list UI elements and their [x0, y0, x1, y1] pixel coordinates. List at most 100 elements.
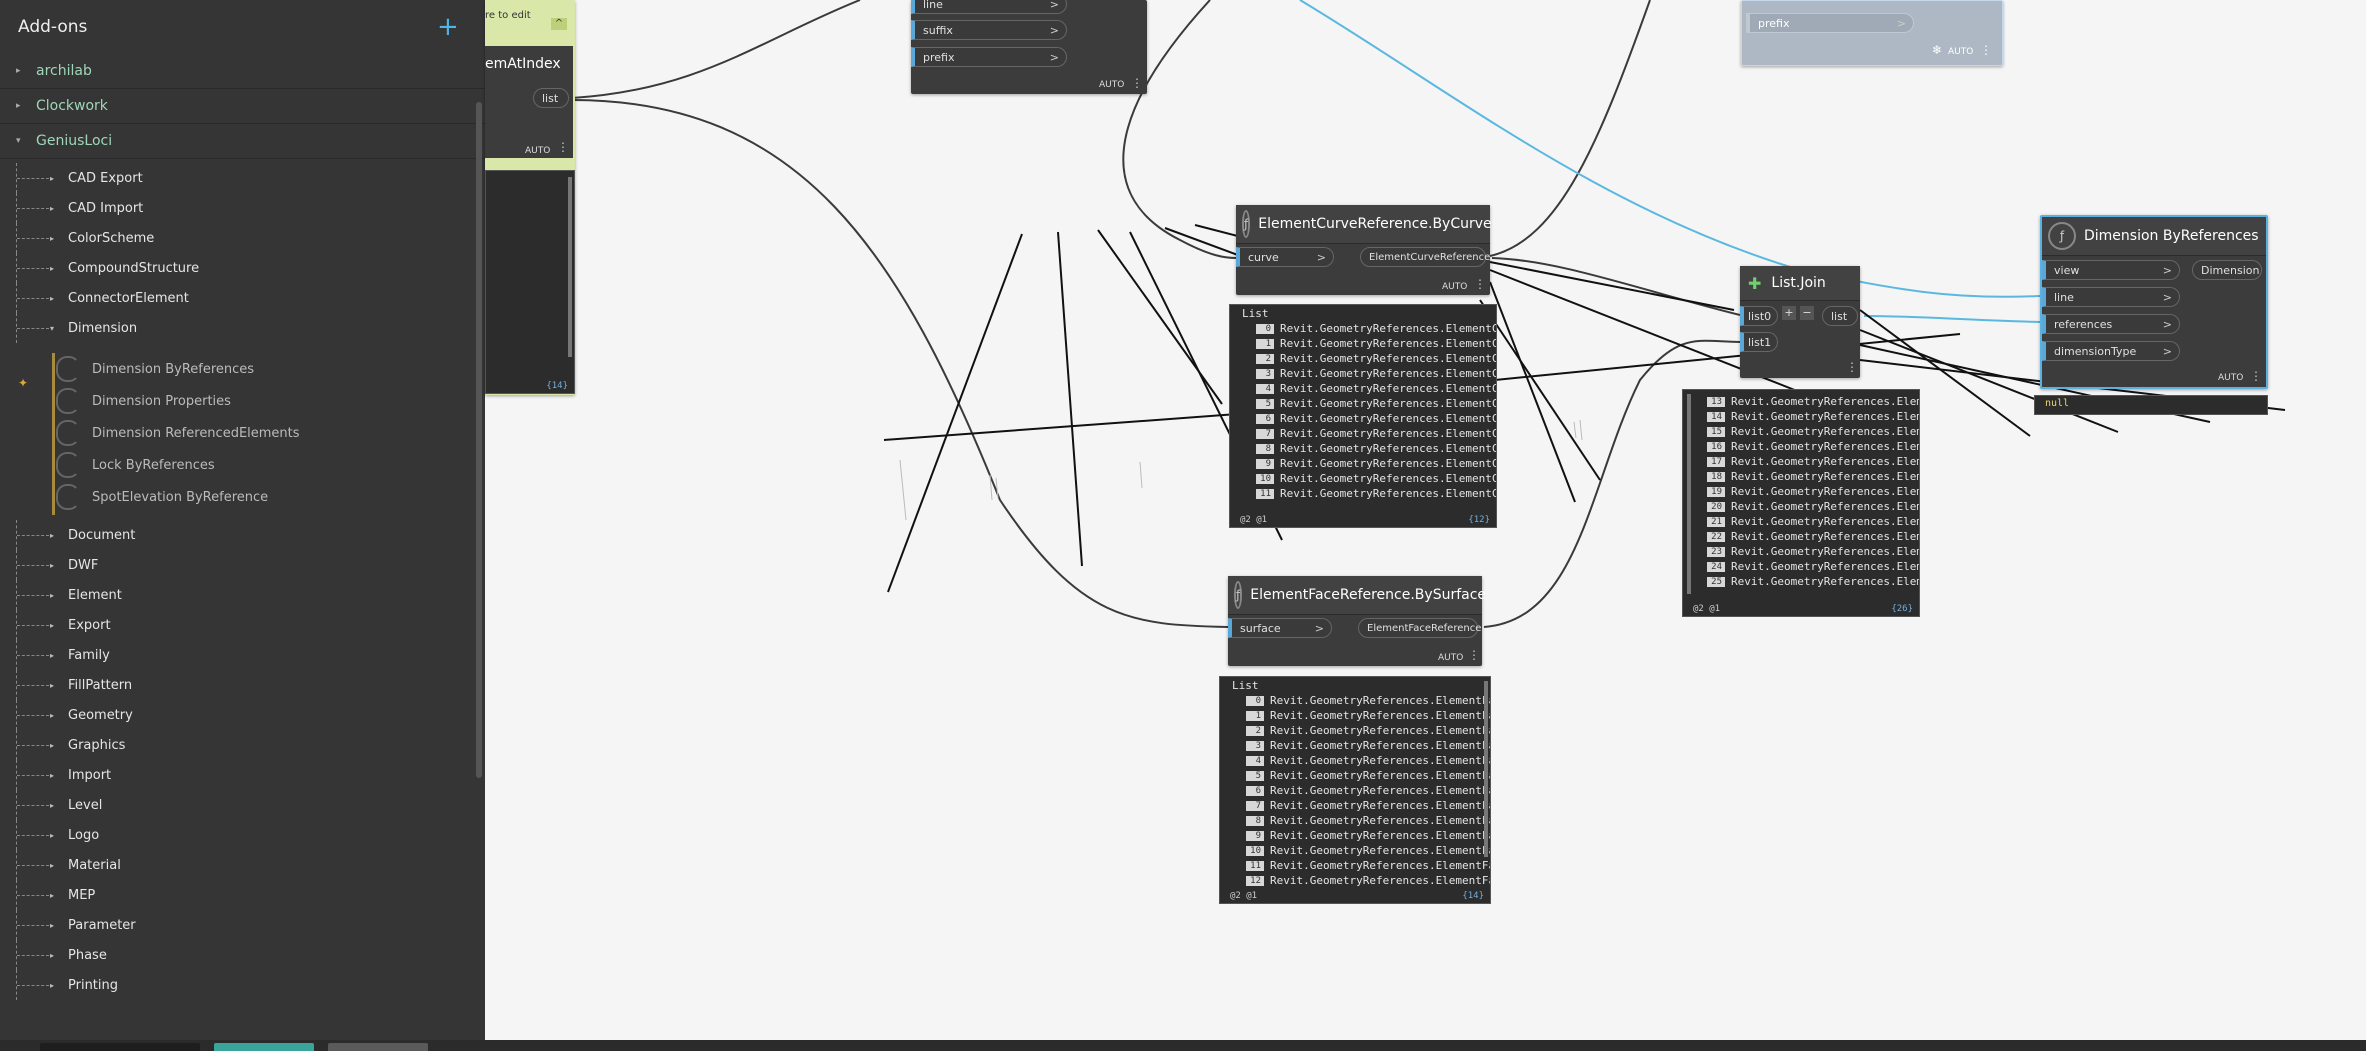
preview-row: 14 Revit.GeometryReferences.Eleme	[1683, 409, 1919, 424]
category-element[interactable]: ▸ Element	[0, 580, 470, 610]
chevron-right-icon: >	[1896, 16, 1906, 30]
list-join-preview: 13 Revit.GeometryReferences.Eleme 14 Revit.…	[1682, 389, 1920, 617]
library-scrollbar[interactable]	[476, 102, 482, 778]
input-port-dimension-type[interactable]: dimensionType >	[2042, 341, 2180, 361]
category-label: Logo	[68, 827, 100, 843]
package-archilab[interactable]: ▸ archilab	[0, 54, 485, 89]
list-index: 10	[1246, 845, 1264, 856]
category-colorscheme[interactable]: ▸ ColorScheme	[0, 223, 470, 253]
output-port-dimension[interactable]: Dimension	[2192, 260, 2262, 280]
category-logo[interactable]: ▸ Logo	[0, 820, 470, 850]
input-port-suffix[interactable]: suffix >	[911, 20, 1067, 40]
category-connectorelement[interactable]: ▸ ConnectorElement	[0, 283, 470, 313]
node-element-face-reference[interactable]: ƒ ElementFaceReference.BySurface surface >…	[1228, 576, 1486, 666]
package-clockwork[interactable]: ▸ Clockwork	[0, 89, 485, 124]
preview-row: 21 Revit.GeometryReferences.Eleme	[1683, 514, 1919, 529]
chevron-right-icon: ▸	[50, 950, 55, 960]
input-port-line[interactable]: line >	[911, 0, 1067, 14]
output-port-element-curve-reference[interactable]: ElementCurveReference	[1360, 247, 1490, 267]
output-port-element-face-reference[interactable]: ElementFaceReference	[1358, 618, 1481, 638]
category-mep[interactable]: ▸ MEP	[0, 880, 470, 910]
input-port-prefix[interactable]: prefix >	[911, 47, 1067, 67]
add-input-button[interactable]: +	[1782, 306, 1796, 320]
member-dimension-properties[interactable]: Dimension Properties	[56, 385, 231, 417]
list-index: 6	[1256, 413, 1274, 424]
tree-line	[16, 700, 53, 730]
node-menu-icon[interactable]: ⋮	[1474, 277, 1486, 291]
category-family[interactable]: ▸ Family	[0, 640, 470, 670]
output-port-list[interactable]: list	[1822, 306, 1858, 326]
node-string-inputs[interactable]: line > suffix > prefix > AUTO ⋮	[911, 0, 1147, 94]
category-export[interactable]: ▸ Export	[0, 610, 470, 640]
member-dimension-byreferences[interactable]: Dimension ByReferences	[56, 353, 254, 385]
input-port-curve[interactable]: curve >	[1236, 247, 1334, 267]
category-label: Family	[68, 647, 110, 663]
category-parameter[interactable]: ▸ Parameter	[0, 910, 470, 940]
node-dimension-by-references[interactable]: ƒ Dimension ByReferences view > line > refe…	[2040, 215, 2268, 389]
member-lock-byreferences[interactable]: Lock ByReferences	[56, 449, 215, 481]
package-geniusloci[interactable]: ▾ GeniusLoci	[0, 124, 485, 159]
preview-scrollbar[interactable]	[568, 177, 572, 357]
preview-scrollbar[interactable]	[1484, 681, 1488, 857]
lacing-label: AUTO	[1948, 47, 1974, 57]
list-index: 11	[1246, 860, 1264, 871]
remove-input-button[interactable]: −	[1800, 306, 1814, 320]
input-port-list1[interactable]: list1	[1740, 332, 1778, 352]
category-geometry[interactable]: ▸ Geometry	[0, 700, 470, 730]
tree-line	[16, 730, 53, 760]
item-count: {14}	[1462, 891, 1484, 901]
category-material[interactable]: ▸ Material	[0, 850, 470, 880]
input-port-references[interactable]: references >	[2042, 314, 2180, 334]
list-value: Revit.GeometryReferences.Eleme	[1731, 500, 1920, 513]
preview-scrollbar[interactable]	[1687, 394, 1691, 594]
list-index: 7	[1246, 800, 1264, 811]
preview-row: 23 Revit.GeometryReferences.Eleme	[1683, 544, 1919, 559]
node-menu-icon[interactable]: ⋮	[1468, 648, 1480, 662]
list-value: Revit.GeometryReferences.ElementFaceRe	[1270, 784, 1490, 797]
member-label: Dimension Properties	[92, 393, 231, 409]
node-list-join[interactable]: ✚ List.Join list0 + − list1 list ⋮	[1740, 266, 1860, 378]
category-label: Level	[68, 797, 103, 813]
category-dwf[interactable]: ▸ DWF	[0, 550, 470, 580]
category-dimension[interactable]: ▾ Dimension	[0, 313, 470, 343]
preview-row: 12 Revit.GeometryReferences.ElementFaceRe	[1220, 873, 1490, 888]
category-cad-import[interactable]: ▸ CAD Import	[0, 193, 470, 223]
category-printing[interactable]: ▸ Printing	[0, 970, 470, 1000]
category-label: Document	[68, 527, 136, 543]
input-port-view[interactable]: view >	[2042, 260, 2180, 280]
node-menu-icon[interactable]: ⋮	[1980, 43, 1992, 57]
list-value: Revit.GeometryReferences.ElementCurve	[1280, 322, 1496, 335]
node-menu-icon[interactable]: ⋮	[1131, 76, 1143, 90]
node-menu-icon[interactable]: ⋮	[557, 140, 569, 154]
member-label: Dimension ReferencedElements	[92, 425, 300, 441]
input-port-line[interactable]: line >	[2042, 287, 2180, 307]
category-document[interactable]: ▸ Document	[0, 520, 470, 550]
node-frozen[interactable]: prefix > ❄ AUTO ⋮	[1741, 0, 2003, 66]
node-menu-icon[interactable]: ⋮	[1846, 360, 1858, 374]
bottom-tab[interactable]	[328, 1043, 428, 1051]
node-item-at-index[interactable]: re to edit ^ emAtIndex list AUTO ⋮ {14}	[485, 0, 575, 395]
input-port-prefix[interactable]: prefix >	[1746, 13, 1914, 33]
category-import[interactable]: ▸ Import	[0, 760, 470, 790]
category-fillpattern[interactable]: ▸ FillPattern	[0, 670, 470, 700]
port-label: suffix	[923, 23, 953, 37]
bottom-tab[interactable]	[40, 1043, 200, 1051]
member-dimension-referencedelements[interactable]: Dimension ReferencedElements	[56, 417, 300, 449]
member-spotelevation-byreference[interactable]: SpotElevation ByReference	[56, 481, 268, 513]
input-port-list0[interactable]: list0	[1740, 306, 1778, 326]
collapse-icon[interactable]: ^	[551, 18, 567, 30]
list-value: Revit.GeometryReferences.Eleme	[1731, 395, 1920, 408]
output-port-list[interactable]: list	[533, 88, 569, 108]
category-graphics[interactable]: ▸ Graphics	[0, 730, 470, 760]
category-phase[interactable]: ▸ Phase	[0, 940, 470, 970]
category-cad-export[interactable]: ▸ CAD Export	[0, 163, 470, 193]
preview-list: 13 Revit.GeometryReferences.Eleme 14 Revit.…	[1683, 390, 1919, 589]
bottom-tab-active[interactable]	[214, 1043, 314, 1051]
preview-row: 17 Revit.GeometryReferences.Eleme	[1683, 454, 1919, 469]
input-port-surface[interactable]: surface >	[1228, 618, 1332, 638]
category-level[interactable]: ▸ Level	[0, 790, 470, 820]
node-menu-icon[interactable]: ⋮	[2250, 369, 2262, 383]
plus-icon[interactable]: +	[437, 14, 459, 40]
category-compoundstructure[interactable]: ▸ CompoundStructure	[0, 253, 470, 283]
node-element-curve-reference[interactable]: ƒ ElementCurveReference.ByCurve curve > El…	[1236, 205, 1492, 295]
